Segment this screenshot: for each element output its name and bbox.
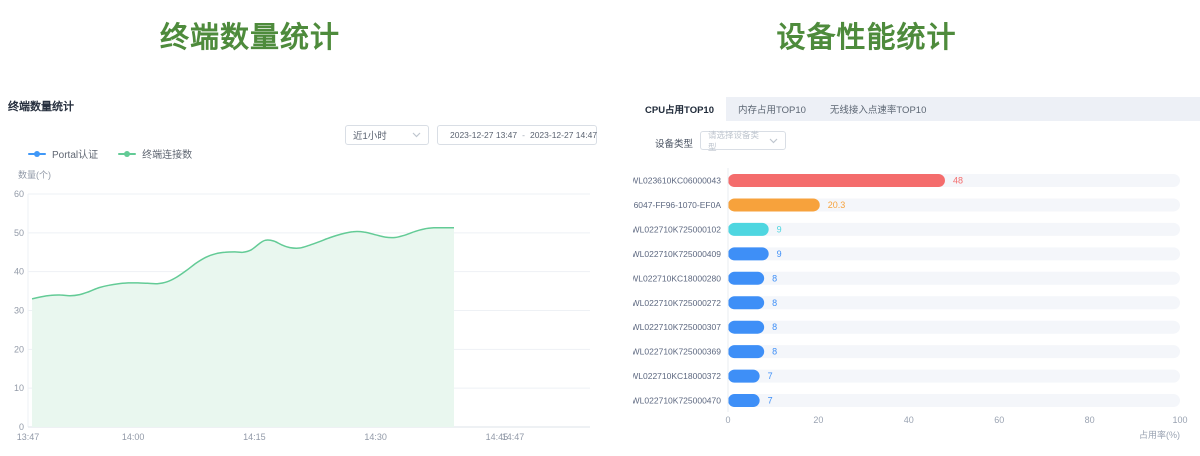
y-tick-label: 60 xyxy=(14,189,24,199)
bar-track xyxy=(728,394,1180,407)
bar-track xyxy=(728,370,1180,383)
y-tick-label: 40 xyxy=(14,267,24,277)
x-tick-label: 80 xyxy=(1085,415,1095,425)
bar-value-label: 7 xyxy=(768,371,773,381)
bar-category-label: WL022710K725000102 xyxy=(633,224,721,234)
tab-memory-top10[interactable]: 内存占用TOP10 xyxy=(726,97,818,121)
device-type-placeholder: 请选择设备类型 xyxy=(708,129,763,153)
chevron-down-icon xyxy=(412,132,421,138)
bar xyxy=(728,272,764,285)
time-range-select[interactable]: 近1小时 xyxy=(345,125,429,145)
bar-track xyxy=(728,345,1180,358)
bar xyxy=(728,223,769,236)
legend-item-portal-auth[interactable]: Portal认证 xyxy=(28,146,98,161)
bar-value-label: 8 xyxy=(772,298,777,308)
performance-tabs: CPU占用TOP10 内存占用TOP10 无线接入点速率TOP10 xyxy=(633,97,1200,121)
bar xyxy=(728,247,769,260)
bar-track xyxy=(728,296,1180,309)
legend-label: 终端连接数 xyxy=(142,146,192,161)
x-tick-label: 60 xyxy=(994,415,1004,425)
chart-legend: Portal认证 终端连接数 xyxy=(28,146,192,161)
x-tick-label: 20 xyxy=(813,415,823,425)
bar xyxy=(728,198,820,211)
x-tick-label: 13:47 xyxy=(17,432,40,442)
y-tick-label: 20 xyxy=(14,344,24,354)
legend-marker xyxy=(118,153,136,155)
bar-category-label: WL023610KC06000043 xyxy=(633,176,721,186)
y-tick-label: 0 xyxy=(19,422,24,432)
bar xyxy=(728,345,764,358)
y-axis-title: 数量(个) xyxy=(18,168,51,181)
x-tick-label: 14:15 xyxy=(243,432,266,442)
bar-track xyxy=(728,272,1180,285)
bar-value-label: 48 xyxy=(953,176,963,186)
bar xyxy=(728,321,764,334)
bar-value-label: 20.3 xyxy=(828,200,846,210)
date-range-end: 2023-12-27 14:47 xyxy=(530,130,597,140)
bar-category-label: WL022710K725000369 xyxy=(633,347,721,357)
bar-value-label: 8 xyxy=(772,322,777,332)
y-tick-label: 50 xyxy=(14,228,24,238)
x-axis-title: 占用率(%) xyxy=(1139,429,1180,440)
bar-track xyxy=(728,247,1180,260)
tab-wireless-ap-rate-top10[interactable]: 无线接入点速率TOP10 xyxy=(818,97,938,121)
chevron-down-icon xyxy=(769,138,778,144)
bar-category-label: WL022710K725000272 xyxy=(633,298,721,308)
bar xyxy=(728,370,760,383)
date-range-separator: - xyxy=(522,130,525,140)
time-range-value: 近1小时 xyxy=(353,128,406,142)
x-tick-label: 40 xyxy=(904,415,914,425)
bar-category-label: WL022710KC18000280 xyxy=(633,273,721,283)
date-range-start: 2023-12-27 13:47 xyxy=(450,130,517,140)
bar-category-label: WL022710K725000409 xyxy=(633,249,721,259)
bar xyxy=(728,174,945,187)
left-section-title: 终端数量统计 xyxy=(0,14,500,56)
y-tick-label: 10 xyxy=(14,383,24,393)
right-section-title: 设备性能统计 xyxy=(633,14,1100,56)
bar-track xyxy=(728,223,1180,236)
bar-category-label: WL022710K725000307 xyxy=(633,322,721,332)
legend-marker xyxy=(28,153,46,155)
bar-value-label: 9 xyxy=(777,249,782,259)
left-panel-title: 终端数量统计 xyxy=(8,98,74,114)
x-tick-label: 14:30 xyxy=(364,432,387,442)
bar-category-label: WL022710KC18000372 xyxy=(633,371,721,381)
area-fill xyxy=(32,228,454,427)
date-range-picker[interactable]: 2023-12-27 13:47 - 2023-12-27 14:47 xyxy=(437,125,597,145)
x-tick-label: 100 xyxy=(1172,415,1187,425)
bar-value-label: 7 xyxy=(768,396,773,406)
x-tick-label: 14:00 xyxy=(122,432,145,442)
device-type-select[interactable]: 请选择设备类型 xyxy=(700,131,786,150)
tab-cpu-top10[interactable]: CPU占用TOP10 xyxy=(633,97,726,121)
bar xyxy=(728,394,760,407)
terminal-count-area-chart: 010203040506013:4714:0014:1514:3014:4514… xyxy=(0,186,600,456)
bar-category-label: 6047-FF96-1070-EF0A xyxy=(634,200,722,210)
bar-value-label: 9 xyxy=(777,224,782,234)
bar-track xyxy=(728,321,1180,334)
cpu-top10-bar-chart: WL023610KC06000043 48 6047-FF96-1070-EF0A 2… xyxy=(633,160,1200,456)
y-tick-label: 30 xyxy=(14,306,24,316)
bar xyxy=(728,296,764,309)
legend-label: Portal认证 xyxy=(52,146,98,161)
legend-item-terminal-connections[interactable]: 终端连接数 xyxy=(118,146,192,161)
device-type-label: 设备类型 xyxy=(655,136,693,150)
bar-value-label: 8 xyxy=(772,273,777,283)
bar-value-label: 8 xyxy=(772,347,777,357)
dashboard: 终端数量统计 终端数量统计 近1小时 2023-12-27 13:47 - 20… xyxy=(0,0,1200,456)
x-tick-label: 14:47 xyxy=(502,432,525,442)
bar-category-label: WL022710K725000470 xyxy=(633,396,721,406)
x-tick-label: 0 xyxy=(725,415,730,425)
